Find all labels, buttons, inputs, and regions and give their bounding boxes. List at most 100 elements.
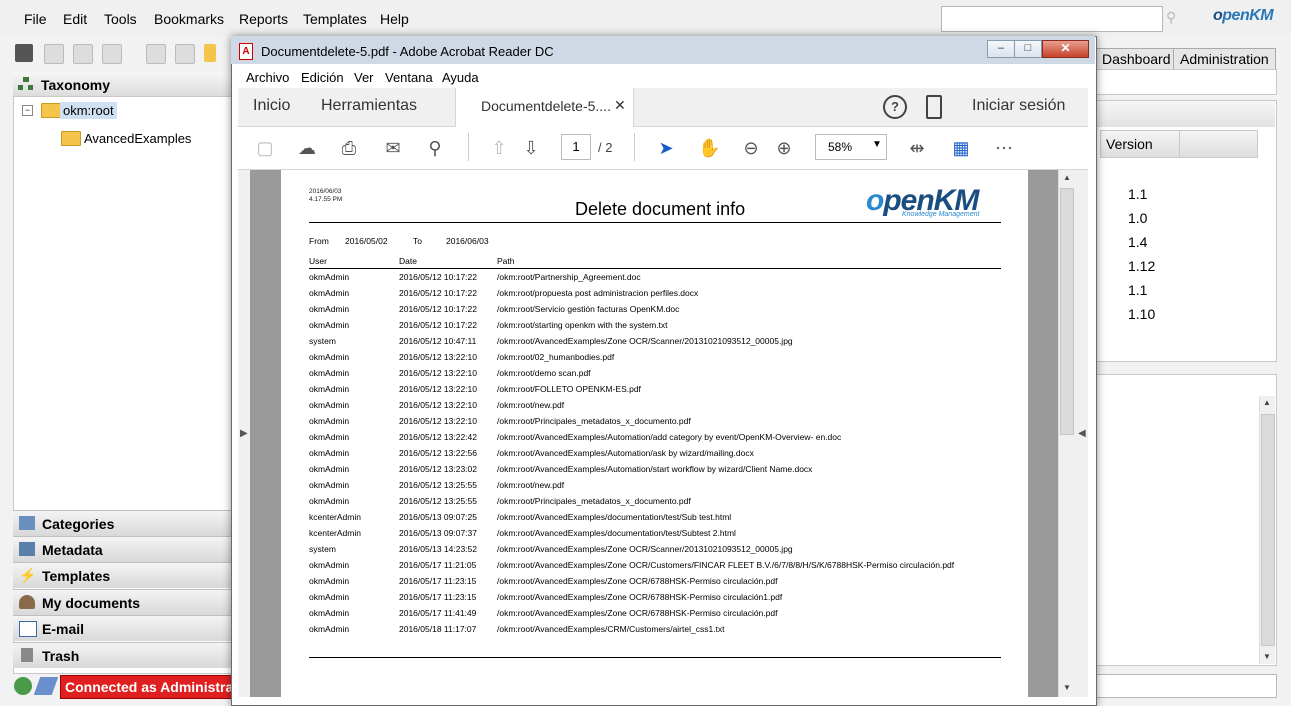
- scroll-up-icon[interactable]: ▲: [1063, 173, 1071, 182]
- accordion-metadata[interactable]: Metadata: [13, 536, 235, 562]
- collapse-icon[interactable]: −: [22, 105, 33, 116]
- menu-archivo[interactable]: Archivo: [246, 70, 289, 85]
- openkm-logo: openKM: [1213, 7, 1274, 25]
- vertical-scrollbar[interactable]: ▲ ▼: [1259, 396, 1275, 664]
- taxonomy-header[interactable]: Taxonomy: [13, 72, 235, 97]
- folder-icon[interactable]: [204, 44, 216, 62]
- maximize-button[interactable]: □: [1014, 40, 1042, 58]
- tab-document[interactable]: Documentdelete-5.... ✕: [455, 88, 634, 127]
- search-icon[interactable]: ⚲: [1166, 9, 1182, 25]
- fit-width-icon[interactable]: ⇹: [906, 137, 928, 159]
- tab-administration[interactable]: Administration: [1173, 48, 1276, 69]
- expand-left-icon[interactable]: ▶: [240, 428, 248, 439]
- page-margin-left: [250, 170, 281, 697]
- accordion-label: Trash: [42, 648, 80, 664]
- report-logo-sub: Knowledge Management: [902, 211, 980, 218]
- menu-tools[interactable]: Tools: [104, 11, 137, 27]
- cell-date: 2016/05/12 13:22:10: [399, 384, 477, 394]
- table-row: system 2016/05/13 14:23:52/okm:root/Avanc…: [309, 544, 1009, 560]
- menu-templates[interactable]: Templates: [303, 11, 367, 27]
- menu-edicion[interactable]: Edición: [301, 70, 344, 85]
- menu-ayuda[interactable]: Ayuda: [442, 70, 479, 85]
- menu-help[interactable]: Help: [380, 11, 409, 27]
- menu-edit[interactable]: Edit: [63, 11, 87, 27]
- accordion-trash[interactable]: Trash: [13, 642, 235, 668]
- expand-right-icon[interactable]: ◀: [1078, 428, 1086, 439]
- menu-ventana[interactable]: Ventana: [385, 70, 433, 85]
- header-path: Path: [497, 256, 515, 266]
- scroll-down-icon[interactable]: ▼: [1063, 683, 1071, 692]
- unlock-icon[interactable]: [175, 44, 195, 64]
- version-value: 1.12: [1128, 258, 1156, 274]
- search-icon[interactable]: ⚲: [424, 137, 446, 159]
- cell-path: /okm:root/Principales_metadatos_x_docume…: [497, 496, 691, 506]
- zoom-select[interactable]: 58% ▼: [815, 134, 887, 160]
- page-number-input[interactable]: 1: [561, 134, 591, 160]
- document-icon[interactable]: [44, 44, 64, 64]
- hand-tool-icon[interactable]: ✋: [698, 137, 720, 159]
- accordion-categories[interactable]: Categories: [13, 510, 235, 536]
- accordion-email[interactable]: E-mail: [13, 615, 235, 641]
- pdf-file-icon: A: [239, 43, 253, 60]
- acrobat-titlebar[interactable]: Documentdelete-5.pdf - Adobe Acrobat Rea…: [231, 36, 1095, 64]
- save-icon[interactable]: ▢: [254, 137, 276, 159]
- signin-button[interactable]: Iniciar sesión: [972, 97, 1065, 115]
- scroll-up-icon[interactable]: ▲: [1263, 398, 1271, 407]
- cell-date: 2016/05/12 13:22:42: [399, 432, 477, 442]
- table-row: okmAdmin 2016/05/12 13:22:10/okm:root/new…: [309, 400, 1009, 416]
- lock-icon[interactable]: [146, 44, 166, 64]
- binoculars-icon[interactable]: [15, 44, 33, 62]
- more-options-icon[interactable]: ⋯: [993, 137, 1015, 159]
- email-icon[interactable]: ✉: [382, 137, 404, 159]
- accordion-templates[interactable]: ⚡ Templates: [13, 562, 235, 588]
- cell-user: okmAdmin: [309, 272, 350, 282]
- minimize-button[interactable]: –: [987, 40, 1015, 58]
- table-row: okmAdmin 2016/05/12 13:25:55/okm:root/new…: [309, 480, 1009, 496]
- tab-dashboard[interactable]: Dashboard: [1095, 48, 1178, 69]
- scroll-thumb[interactable]: [1060, 188, 1074, 435]
- accordion-label: Templates: [42, 568, 111, 584]
- document-edit-icon[interactable]: [73, 44, 93, 64]
- right-pane-collapsed[interactable]: ◀: [1075, 170, 1088, 697]
- scroll-down-icon[interactable]: ▼: [1263, 652, 1271, 661]
- chevron-down-icon: ▼: [872, 139, 882, 150]
- print-icon[interactable]: ⎙: [338, 137, 360, 159]
- version-value: 1.4: [1128, 234, 1148, 250]
- zoom-out-icon[interactable]: ⊖: [740, 137, 762, 159]
- left-pane-collapsed[interactable]: ▶: [238, 170, 250, 697]
- menu-ver[interactable]: Ver: [354, 70, 374, 85]
- tab-herramientas[interactable]: Herramientas: [321, 97, 417, 115]
- previous-page-icon[interactable]: ⇧: [488, 137, 510, 159]
- fit-page-icon[interactable]: ▦: [950, 137, 972, 159]
- menu-file[interactable]: File: [24, 11, 47, 27]
- close-window-button[interactable]: ✕: [1042, 40, 1089, 58]
- next-page-icon[interactable]: ⇩: [520, 137, 542, 159]
- tree-root-label[interactable]: okm:root: [60, 102, 117, 119]
- version-header-label: Version: [1106, 136, 1153, 152]
- print-icon[interactable]: [102, 44, 122, 64]
- table-row: kcenterAdmin 2016/05/13 09:07:37/okm:root…: [309, 528, 1009, 544]
- cell-path: /okm:root/AvancedExamples/Zone OCR/Custo…: [497, 560, 955, 570]
- scroll-thumb[interactable]: [1261, 414, 1275, 646]
- cell-path: /okm:root/Partnership_Agreement.doc: [497, 272, 641, 282]
- from-value: 2016/05/02: [345, 236, 388, 246]
- select-cursor-icon[interactable]: ➤: [655, 137, 677, 159]
- mobile-icon[interactable]: [926, 95, 942, 119]
- tree-child-label[interactable]: AvancedExamples: [84, 131, 191, 146]
- accordion-my-documents[interactable]: My documents: [13, 589, 235, 615]
- help-icon[interactable]: ?: [883, 95, 907, 119]
- version-column-header[interactable]: Version: [1100, 130, 1258, 158]
- close-tab-icon[interactable]: ✕: [614, 97, 626, 114]
- cell-path: /okm:root/Servicio gestión facturas Open…: [497, 304, 680, 314]
- upload-cloud-icon[interactable]: ☁: [296, 137, 318, 159]
- menu-bookmarks[interactable]: Bookmarks: [154, 11, 224, 27]
- cell-date: 2016/05/12 13:25:55: [399, 496, 477, 506]
- cell-user: okmAdmin: [309, 592, 350, 602]
- tab-inicio[interactable]: Inicio: [253, 97, 290, 115]
- bottom-field[interactable]: [1093, 674, 1277, 698]
- zoom-in-icon[interactable]: ⊕: [773, 137, 795, 159]
- page-margin-right: [1028, 170, 1058, 697]
- menu-reports[interactable]: Reports: [239, 11, 288, 27]
- okm-search-input[interactable]: [941, 6, 1163, 32]
- cell-user: kcenterAdmin: [309, 512, 361, 522]
